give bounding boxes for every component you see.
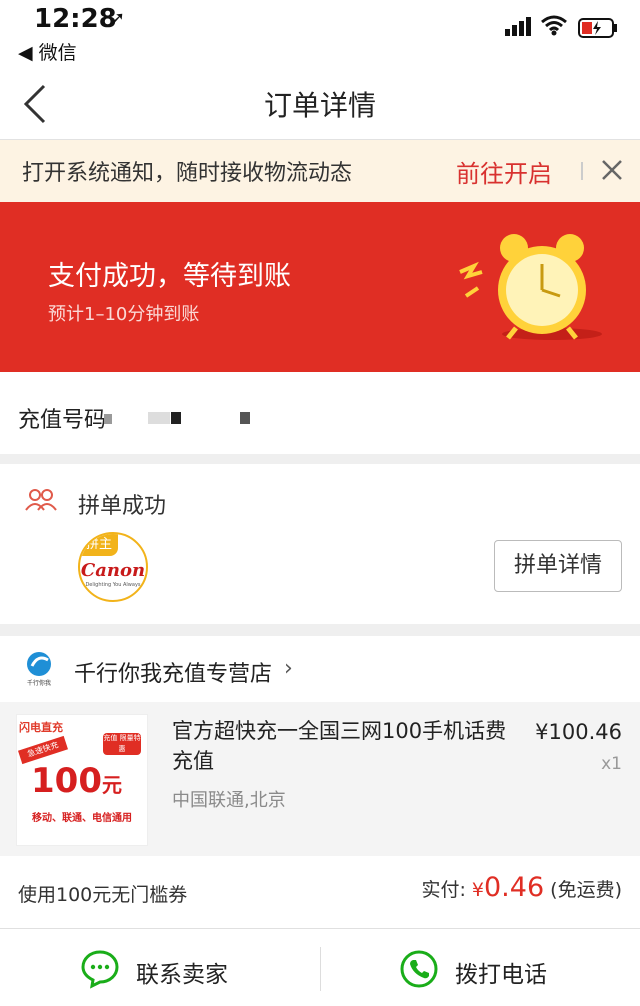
paid-value-dec: 46 (509, 872, 545, 903)
store-logo-caption: 千行你我 (27, 679, 51, 687)
contact-seller-label: 联系卖家 (136, 962, 228, 988)
thumb-amount: 100元 (31, 761, 122, 801)
store-logo-icon: 千行你我 (27, 652, 51, 687)
product-spec: 中国联通,北京 (172, 790, 286, 811)
back-to-wechat[interactable]: ◀ 微信 (18, 38, 77, 65)
store-header[interactable]: 千行你我 千行你我充值专营店 › (0, 636, 640, 702)
nav-bar: 订单详情 (0, 68, 640, 140)
group-users-icon (25, 489, 57, 511)
thumb-brand: 闪电直充 (19, 721, 63, 734)
paid-label: 实付: (421, 879, 466, 901)
bottom-action-bar: 联系卖家 拨打电话 (0, 928, 640, 1006)
payment-status-subtitle: 预计1–10分钟到账 (48, 304, 200, 325)
call-button[interactable]: 拨打电话 (321, 929, 640, 1006)
avatar-brand-text: Canon (80, 560, 146, 581)
redaction-mark (171, 412, 181, 424)
page-title: 订单详情 (263, 89, 376, 122)
status-bar: 12:28 ➚ ◀ 微信 (0, 0, 640, 68)
chat-icon (81, 950, 119, 989)
contact-seller-button[interactable]: 联系卖家 (0, 929, 320, 1006)
group-details-button[interactable]: 拼单详情 (494, 540, 622, 592)
thumb-tag: 充值 限量特惠 (103, 733, 141, 755)
payment-status-banner: 支付成功，等待到账 预计1–10分钟到账 (0, 202, 640, 372)
notification-text: 打开系统通知，随时接收物流动态 (22, 161, 353, 186)
close-icon[interactable] (600, 158, 624, 182)
call-label: 拨打电话 (455, 962, 547, 988)
store-name: 千行你我充值专营店 (74, 662, 273, 687)
recharge-number-row: 充值号码 (0, 372, 640, 454)
notification-banner: 打开系统通知，随时接收物流动态 前往开启 (0, 140, 640, 202)
paid-amount: 实付: ¥0.46 (免运费) (421, 872, 622, 903)
thumb-footer: 移动、联通、电信通用 (17, 809, 147, 827)
chevron-right-icon: › (284, 656, 293, 681)
avatar[interactable]: 拼主 Canon Delighting You Always (78, 532, 148, 602)
group-status-text: 拼单成功 (78, 494, 167, 519)
status-time: 12:28 (34, 4, 117, 34)
paid-value-int: 0. (484, 872, 510, 903)
phone-icon (400, 950, 438, 988)
payment-summary-row: 使用100元无门槛券 实付: ¥0.46 (免运费) (0, 856, 640, 938)
alarm-clock-icon (459, 234, 602, 340)
product-title: 官方超快充一全国三网100手机话费充值 (172, 719, 507, 773)
avatar-slogan: Delighting You Always (85, 582, 141, 588)
coupon-text: 使用100元无门槛券 (18, 884, 188, 906)
product-row[interactable]: 闪电直充 充值 限量特惠 急速快充 100元 移动、联通、电信通用 官方超快充一… (0, 702, 640, 856)
location-icon: ➚ (110, 8, 126, 29)
product-quantity: x1 (601, 754, 622, 774)
thumb-ribbon: 急速快充 (18, 735, 68, 765)
payment-status-title: 支付成功，等待到账 (48, 261, 291, 292)
redaction-mark (148, 412, 170, 424)
recharge-number-label: 充值号码 (18, 408, 107, 433)
redaction-mark (240, 412, 250, 424)
store-card: 千行你我 千行你我充值专营店 › 闪电直充 充值 限量特惠 急速快充 100元 … (0, 636, 640, 938)
wifi-icon (541, 15, 567, 36)
product-price: ¥100.46 (535, 720, 622, 744)
battery-icon (578, 18, 617, 38)
shipping-note: (免运费) (550, 879, 622, 901)
group-leader-badge: 拼主 (80, 534, 118, 556)
currency-symbol: ¥ (471, 879, 484, 901)
product-thumbnail: 闪电直充 充值 限量特惠 急速快充 100元 移动、联通、电信通用 (16, 714, 148, 846)
cellular-signal-icon (505, 17, 531, 36)
notice-divider (581, 162, 583, 180)
thumb-amount-unit: 元 (101, 773, 122, 797)
enable-notification-link[interactable]: 前往开启 (456, 154, 552, 189)
redaction-mark (104, 414, 112, 424)
group-purchase-card: 拼单成功 拼主 Canon Delighting You Always 拼单详情 (0, 464, 640, 624)
thumb-amount-value: 100 (31, 761, 102, 801)
